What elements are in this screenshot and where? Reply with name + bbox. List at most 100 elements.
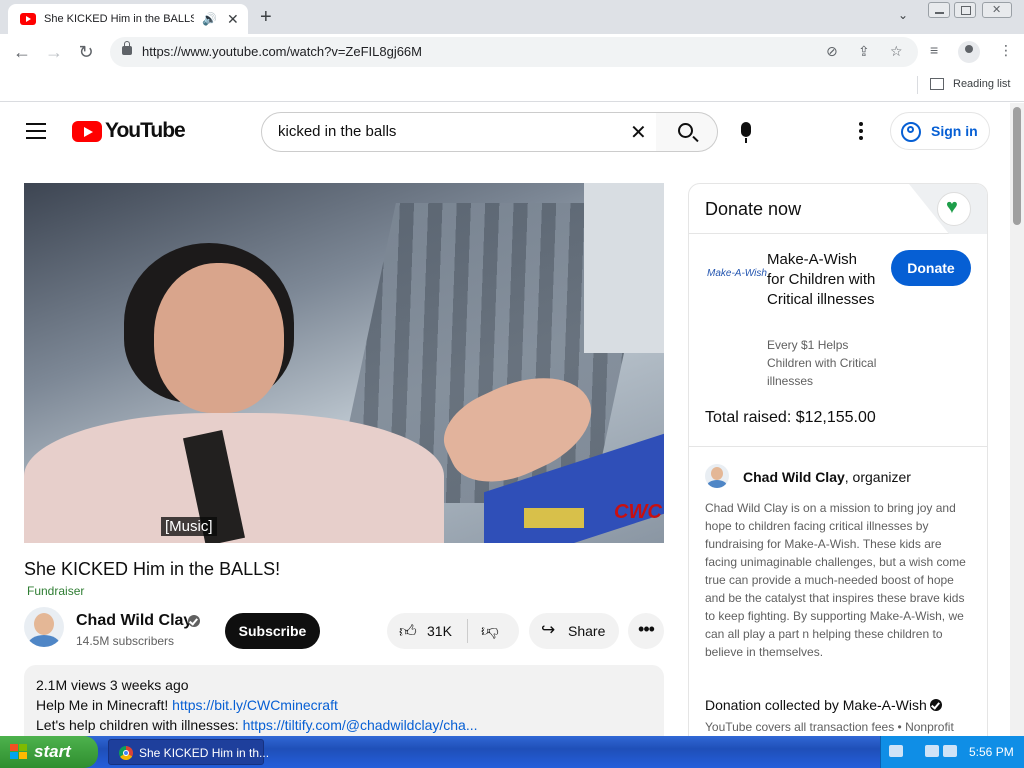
fundraiser-badge[interactable]: Fundraiser: [27, 584, 84, 598]
make-a-wish-logo: Make-A-Wish: [707, 268, 767, 279]
windows-flag-icon: [10, 744, 28, 760]
address-bar[interactable]: https://www.youtube.com/watch?v=ZeFIL8gj…: [110, 37, 918, 67]
channel-avatar[interactable]: [24, 607, 64, 647]
forward-arrow-icon[interactable]: →: [42, 40, 66, 64]
collected-by-label: Donation collected by Make-A-Wish: [705, 697, 927, 713]
bookmarks-divider: [917, 76, 918, 94]
speaker-icon[interactable]: 🔊: [202, 12, 217, 26]
browser-toolbar: ← → ↻ https://www.youtube.com/watch?v=Ze…: [0, 34, 1024, 70]
clear-search-icon[interactable]: ✕: [630, 120, 647, 145]
lock-icon[interactable]: [122, 41, 132, 55]
browser-tab-strip: She KICKED Him in the BALLS! 🔊 ✕ + ⌄: [0, 0, 1024, 34]
share-arrow-icon: ↪: [541, 620, 556, 639]
profile-avatar-icon[interactable]: [958, 41, 980, 63]
taskbar-chrome-window[interactable]: She KICKED Him in th...: [108, 739, 269, 765]
search-query[interactable]: kicked in the balls: [278, 123, 396, 140]
video-player[interactable]: [Music] CWC: [24, 183, 664, 543]
youtube-logo-icon[interactable]: [72, 121, 102, 142]
subscribe-button[interactable]: Subscribe: [225, 613, 320, 649]
chrome-icon: [119, 746, 133, 760]
thumbs-down-icon[interactable]: 👍︎: [481, 621, 499, 642]
thumbs-up-icon[interactable]: 👍︎: [399, 621, 417, 642]
video-title: She KICKED Him in the BALLS!: [24, 559, 281, 579]
total-raised: Total raised: $12,155.00: [705, 409, 876, 426]
voice-search-mic-icon[interactable]: [741, 122, 751, 143]
window-maximize-button[interactable]: [954, 2, 976, 18]
organizer-avatar[interactable]: [705, 464, 729, 488]
volume-tray-icon[interactable]: [943, 745, 957, 757]
description-box[interactable]: 2.1M views 3 weeks ago Help Me in Minecr…: [24, 665, 664, 736]
close-tab-icon[interactable]: ✕: [227, 11, 239, 28]
tab-search-chevron-icon[interactable]: ⌄: [898, 8, 908, 22]
keyboard-tray-icon[interactable]: [889, 745, 903, 757]
search-input[interactable]: kicked in the balls ✕: [261, 112, 657, 152]
video-caption: [Music]: [161, 517, 217, 536]
donate-button[interactable]: Donate: [891, 250, 971, 286]
charity-tagline: Every $1 Helps Children with Critical il…: [767, 338, 877, 388]
browser-tab[interactable]: She KICKED Him in the BALLS! 🔊 ✕: [8, 4, 248, 34]
window-minimize-button[interactable]: [928, 2, 950, 18]
description-link[interactable]: https://bit.ly/CWCminecraft: [172, 697, 338, 713]
new-tab-button[interactable]: +: [260, 6, 272, 29]
verified-badge-icon: [188, 615, 200, 627]
sign-in-button[interactable]: Sign in: [890, 112, 990, 150]
youtube-page: YouTube kicked in the balls ✕ Sign in [M: [0, 103, 1010, 736]
share-page-icon[interactable]: ⇪: [858, 43, 870, 60]
reading-list-icon[interactable]: [930, 78, 944, 90]
settings-kebab-icon[interactable]: [859, 122, 863, 140]
hamburger-menu-icon[interactable]: [26, 123, 46, 139]
organizer-role: , organizer: [844, 469, 911, 485]
taskbar-window-label: She KICKED Him in th...: [139, 746, 270, 760]
media-queue-icon[interactable]: ≡: [930, 42, 938, 58]
chrome-menu-icon[interactable]: ⋮: [999, 42, 1013, 59]
description-line: Let's help children with illnesses: http…: [36, 717, 478, 733]
start-label: start: [34, 742, 71, 761]
donate-panel-title: Donate now: [705, 199, 802, 219]
share-button[interactable]: ↪ Share: [529, 613, 619, 649]
eye-slash-icon[interactable]: ⊘: [826, 43, 838, 60]
reload-icon[interactable]: ↻: [74, 40, 98, 64]
like-dislike-group: 👍︎ 31K 👍︎: [387, 613, 519, 649]
tab-title: She KICKED Him in the BALLS!: [44, 13, 194, 25]
channel-name[interactable]: Chad Wild Clay: [76, 612, 192, 630]
donate-panel: Donate now Make-A-Wish Make-A-Wish for C…: [688, 183, 988, 736]
bookmarks-bar: Reading list: [0, 70, 1024, 102]
like-divider: [467, 619, 468, 643]
account-circle-icon: [901, 122, 921, 142]
page-scrollbar[interactable]: [1010, 103, 1024, 736]
network-tray-icon[interactable]: [925, 745, 939, 757]
search-button[interactable]: [656, 112, 718, 152]
channel-watermark-logo: CWC: [614, 501, 662, 523]
bookmark-star-icon[interactable]: ☆: [890, 43, 903, 60]
organizer-name[interactable]: Chad Wild Clay: [743, 469, 845, 485]
search-icon: [678, 123, 693, 138]
verified-check-icon: [930, 699, 942, 711]
system-tray: 5:56 PM: [880, 736, 1024, 768]
taskbar: start She KICKED Him in th... 5:56 PM: [0, 736, 1024, 768]
organizer-line: Chad Wild Clay, organizer: [743, 469, 911, 485]
start-button[interactable]: start: [0, 736, 98, 768]
more-actions-button[interactable]: •••: [628, 613, 664, 649]
transaction-fees-note: YouTube covers all transaction fees • No…: [705, 720, 954, 734]
charity-name: Make-A-Wish for Children with Critical i…: [767, 251, 876, 308]
reading-list-label[interactable]: Reading list: [953, 78, 1010, 90]
youtube-logo-text[interactable]: YouTube: [105, 119, 186, 143]
share-label: Share: [568, 623, 606, 639]
back-arrow-icon[interactable]: ←: [10, 40, 34, 64]
url-text[interactable]: https://www.youtube.com/watch?v=ZeFIL8gj…: [142, 44, 422, 59]
fundraiser-description: Chad Wild Clay is on a mission to bring …: [705, 501, 966, 659]
youtube-favicon-icon: [20, 13, 36, 25]
donate-panel-divider: [689, 446, 987, 447]
video-frame-person-face: [154, 263, 284, 413]
taskbar-clock[interactable]: 5:56 PM: [969, 745, 1014, 759]
window-close-button[interactable]: [982, 2, 1012, 18]
description-link[interactable]: https://tiltify.com/@chadwildclay/cha...: [243, 717, 478, 733]
description-text: Let's help children with illnesses:: [36, 717, 243, 733]
like-count[interactable]: 31K: [427, 623, 452, 639]
subscriber-count: 14.5M subscribers: [76, 634, 175, 648]
heart-hands-icon: [937, 192, 971, 226]
sign-in-label: Sign in: [931, 123, 978, 139]
screen: She KICKED Him in the BALLS! 🔊 ✕ + ⌄ ← →…: [0, 0, 1024, 768]
scrollbar-thumb[interactable]: [1013, 107, 1021, 225]
video-frame-sky: [584, 183, 664, 353]
